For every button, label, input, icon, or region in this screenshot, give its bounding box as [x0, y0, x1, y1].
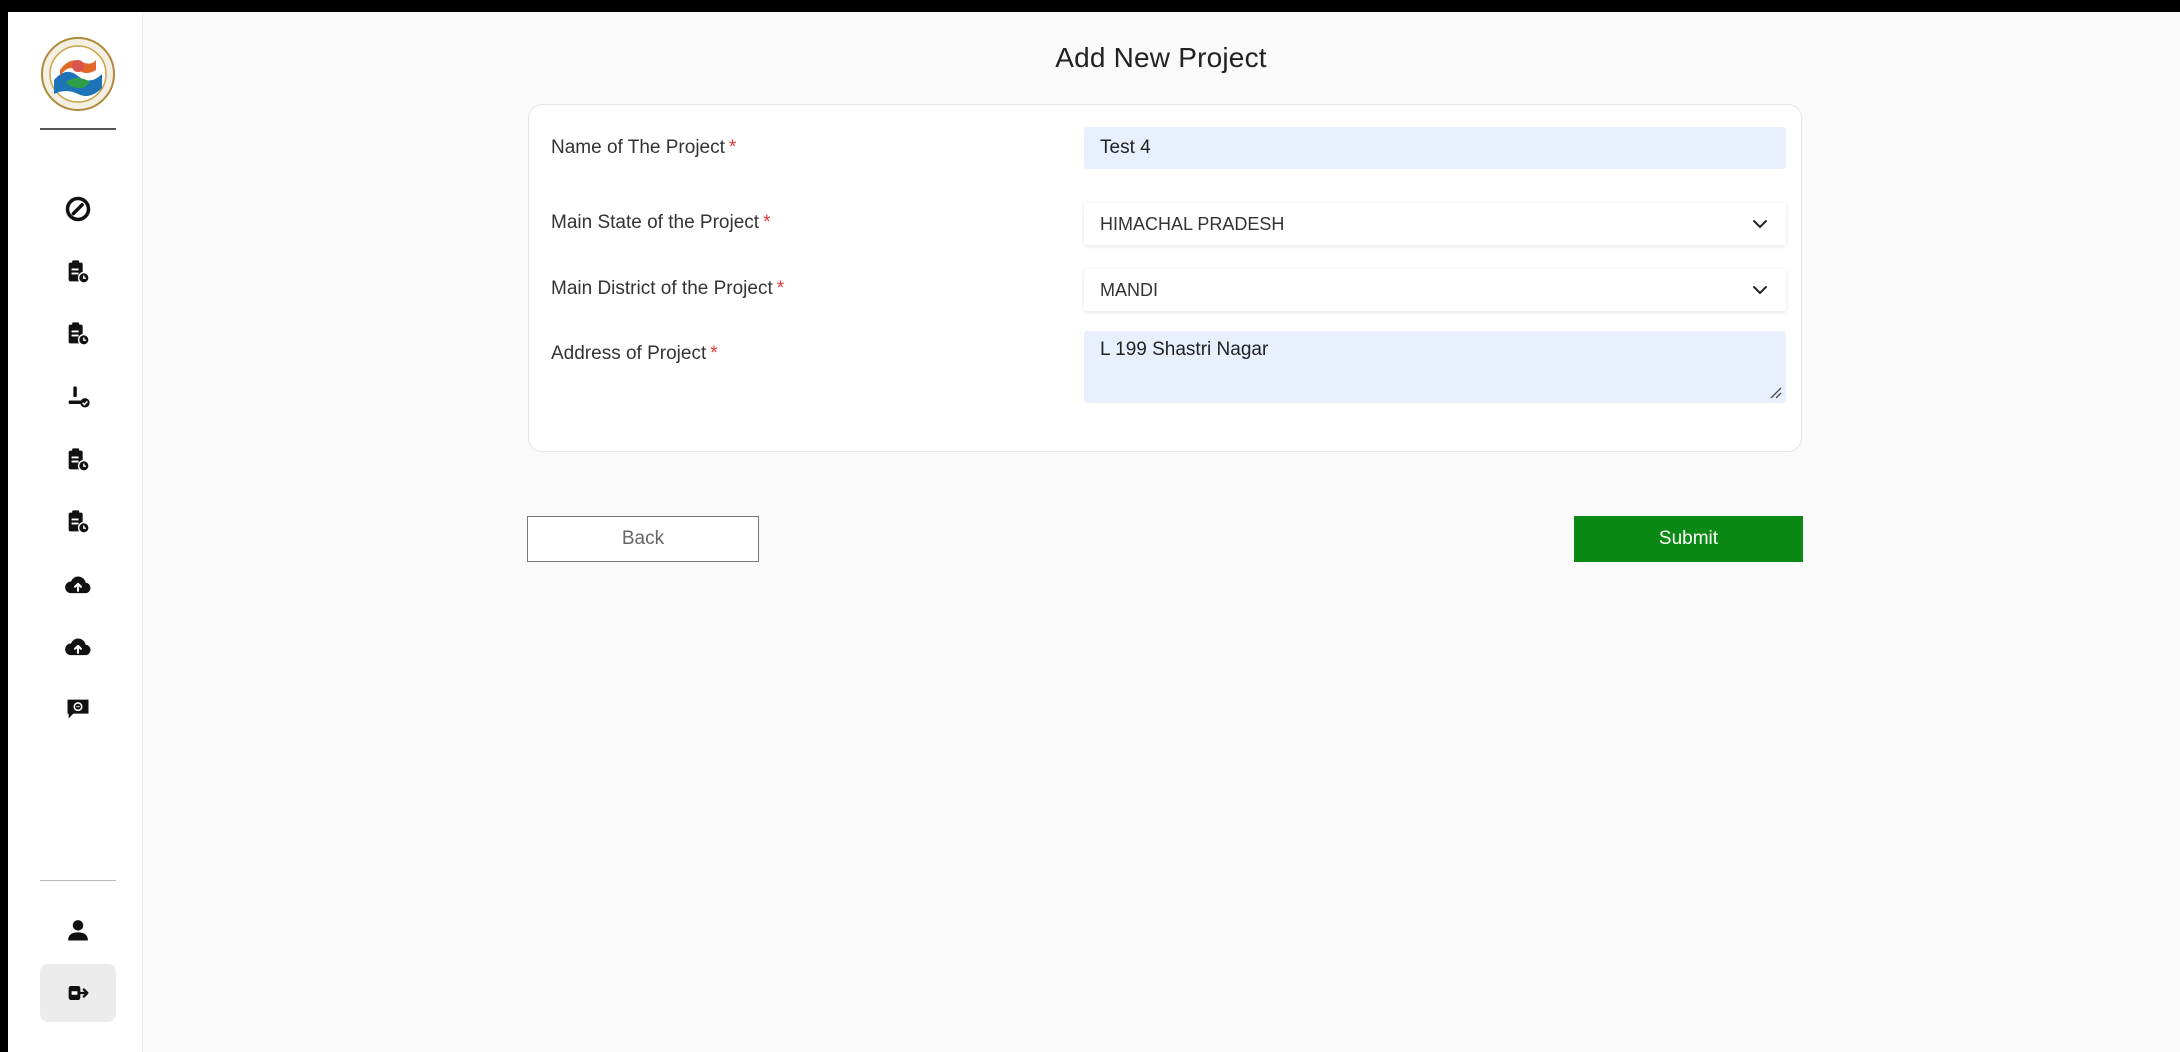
district-select-value: MANDI: [1100, 279, 1158, 300]
user-check-icon[interactable]: [50, 377, 106, 417]
state-select[interactable]: HIMACHAL PRADESH: [1084, 203, 1786, 245]
project-name-label: Name of The Project *: [551, 137, 737, 158]
app-frame: Add New Project Name of The Project* Mai…: [8, 12, 2180, 1052]
logout-icon[interactable]: [40, 964, 116, 1022]
sidebar: [8, 12, 143, 1052]
user-icon[interactable]: [50, 910, 106, 950]
district-label: Main District of the Project *: [551, 278, 785, 299]
clipboard-clock-icon[interactable]: [50, 252, 106, 292]
resize-handle-icon[interactable]: [1768, 385, 1782, 399]
project-form-card: Name of The Project* Main State of the P…: [528, 104, 1802, 452]
required-mark: *: [728, 137, 737, 158]
address-label: Address of Project *: [551, 343, 718, 364]
chevron-down-icon: [1753, 220, 1767, 229]
address-value: L 199 Shastri Nagar: [1100, 339, 1269, 360]
page-title: Add New Project: [1055, 42, 1267, 73]
address-textarea[interactable]: L 199 Shastri Nagar: [1084, 331, 1786, 403]
state-select-value: HIMACHAL PRADESH: [1100, 213, 1285, 234]
district-select[interactable]: MANDI: [1084, 269, 1786, 311]
sidebar-divider: [40, 880, 116, 881]
required-mark: *: [776, 278, 785, 299]
clipboard-clock-icon[interactable]: [50, 314, 106, 354]
cloud-upload-icon[interactable]: [50, 627, 106, 667]
required-mark: *: [710, 343, 718, 364]
cloud-upload-icon[interactable]: [50, 565, 106, 605]
state-label: Main State of the Project *: [551, 212, 771, 233]
sidebar-divider: [40, 128, 116, 130]
feedback-message-icon[interactable]: [50, 689, 106, 729]
submit-button[interactable]: Submit: [1574, 516, 1803, 562]
chevron-down-icon: [1753, 286, 1767, 295]
project-name-input[interactable]: [1084, 127, 1786, 169]
required-mark: *: [763, 212, 771, 233]
clipboard-clock-icon[interactable]: [50, 502, 106, 542]
dashboard-gauge-icon[interactable]: [50, 189, 106, 229]
back-button[interactable]: Back: [527, 516, 759, 562]
clipboard-clock-icon[interactable]: [50, 440, 106, 480]
